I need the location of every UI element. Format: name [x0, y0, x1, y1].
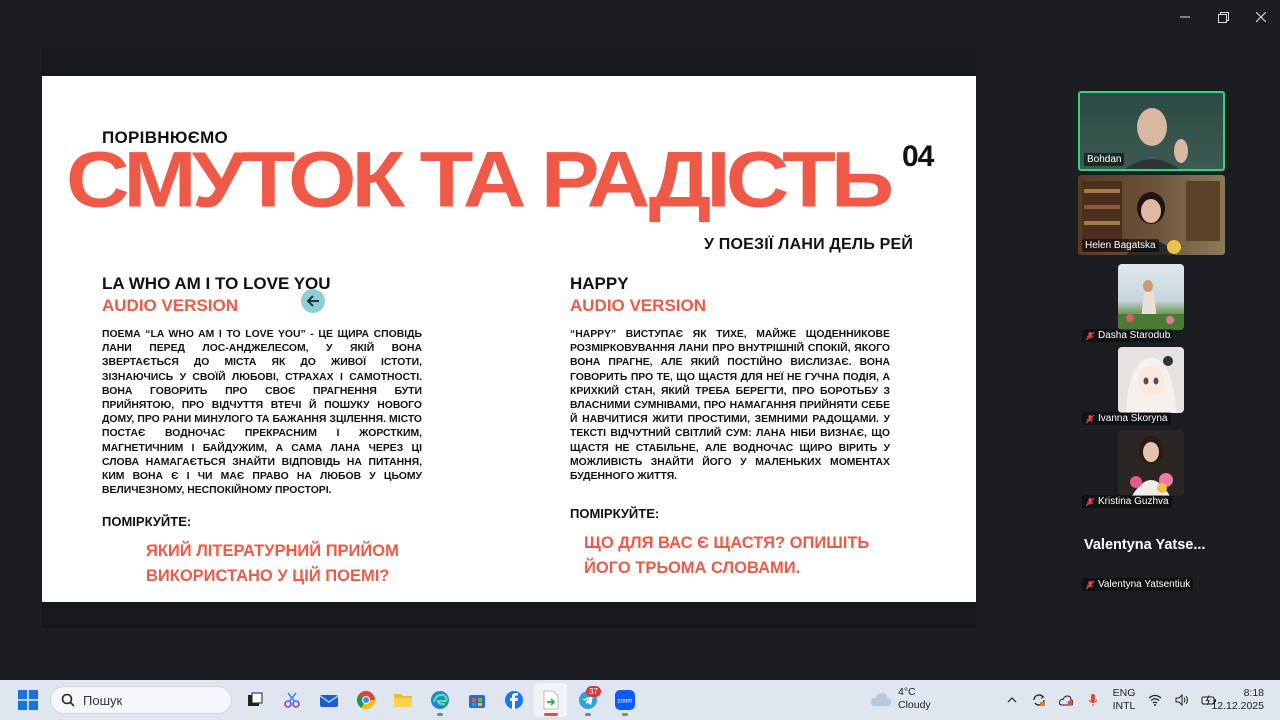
- telegram-badge: 37: [586, 686, 601, 697]
- slide-number: 04: [902, 140, 934, 173]
- close-icon: [1256, 12, 1266, 22]
- left-think-label: ПОМІРКУЙТЕ:: [102, 514, 192, 530]
- participant-label: Kristina Guzhva: [1082, 495, 1172, 508]
- muted-mic-icon: [1085, 497, 1095, 507]
- left-heading: LA WHO AM I TO LOVE YOU: [102, 274, 331, 293]
- participant-label: Ivanna Skoryna: [1082, 412, 1171, 425]
- slide-title: СМУТОК ТА РАДІСТЬ: [66, 134, 894, 224]
- participant-name: Dasha Starodub: [1098, 330, 1171, 341]
- participant-name: Valentyna Yatsentiuk: [1098, 579, 1191, 590]
- taskbar-task-view[interactable]: [238, 683, 271, 717]
- right-heading: HAPPY: [570, 274, 629, 293]
- taskbar-zoom[interactable]: zoom: [608, 683, 641, 717]
- tray-microphone[interactable]: [1084, 691, 1102, 709]
- participant-tile-valentyna[interactable]: Valentyna Yatsentiuk: [1078, 513, 1225, 593]
- sync-icon: [1033, 694, 1045, 706]
- store-icon: [468, 695, 485, 708]
- taskbar-apps: 37 zoom: [238, 683, 641, 717]
- right-think-label: ПОМІРКУЙТЕ:: [570, 506, 660, 522]
- clock[interactable]: 8:18 12.12.2025: [1211, 687, 1264, 713]
- search-placeholder: Пошук: [83, 692, 123, 708]
- arrow-left-icon: [306, 295, 319, 307]
- pointer-cursor: [301, 289, 325, 313]
- participant-name: Kristina Guzhva: [1098, 496, 1169, 507]
- start-button[interactable]: [12, 684, 44, 716]
- muted-mic-icon: [1085, 414, 1095, 424]
- document-icon: [543, 690, 558, 710]
- task-view-icon: [247, 692, 262, 706]
- avatar: [1118, 430, 1184, 496]
- minimize-icon: [1180, 16, 1190, 18]
- participant-tile-kristina[interactable]: Kristina Guzhva: [1078, 430, 1225, 510]
- restore-icon: [1217, 11, 1229, 23]
- close-button[interactable]: [1242, 0, 1280, 34]
- folder-icon: [393, 694, 412, 707]
- window-controls: [1166, 0, 1280, 34]
- muted-mic-icon: [1085, 331, 1095, 341]
- taskbar-chrome[interactable]: [349, 683, 382, 717]
- left-body: ПОЕМА “LA WHO AM I TO LOVE YOU” - ЦЕ ЩИР…: [102, 329, 422, 497]
- taskbar-snipping-tool[interactable]: [275, 683, 308, 717]
- chrome-icon: [356, 691, 375, 710]
- tray-app[interactable]: [1057, 691, 1075, 709]
- clock-time: 8:18: [1243, 687, 1264, 699]
- taskbar-file-explorer[interactable]: [386, 683, 419, 717]
- tray-volume[interactable]: [1173, 691, 1191, 709]
- tray-wifi[interactable]: [1146, 691, 1164, 709]
- weather-description: Cloudy: [898, 699, 931, 711]
- wifi-icon: [1148, 694, 1162, 706]
- avatar: [1118, 347, 1184, 413]
- clock-date: 12.12.2025: [1211, 700, 1264, 712]
- taskbar: Пошук 37 zoom 4°C Cloudy ENG INTL 8:18 1…: [0, 680, 1280, 720]
- taskbar-edge[interactable]: [423, 683, 456, 717]
- language-indicator[interactable]: ENG INTL: [1111, 687, 1137, 713]
- minimize-button[interactable]: [1166, 0, 1204, 34]
- windows-icon: [18, 690, 38, 710]
- participant-name: Helen Bagatska: [1082, 239, 1159, 252]
- edge-icon: [430, 691, 449, 709]
- left-column: LA WHO AM I TO LOVE YOU AUDIO VERSION ПО…: [102, 273, 422, 589]
- restore-button[interactable]: [1204, 0, 1242, 34]
- participant-label: Valentyna Yatsentiuk: [1082, 578, 1194, 591]
- svg-text:zoom: zoom: [617, 699, 632, 705]
- right-body: “HAPPY” ВИСТУПАЄ ЯК ТИХЕ, МАЙЖЕ ЩОДЕННИК…: [570, 329, 890, 483]
- taskbar-telegram[interactable]: 37: [571, 683, 604, 717]
- participant-name: Bohdan: [1084, 153, 1125, 166]
- show-hidden-icons[interactable]: [1003, 691, 1021, 709]
- system-tray: ENG INTL: [1003, 680, 1218, 720]
- zoom-icon: zoom: [614, 690, 635, 710]
- volume-icon: [1175, 694, 1188, 706]
- microphone-icon: [1088, 694, 1098, 706]
- weather-widget[interactable]: 4°C Cloudy: [870, 686, 931, 712]
- taskbar-store[interactable]: [460, 683, 493, 717]
- tray-sync[interactable]: [1030, 691, 1048, 709]
- participant-name: Ivanna Skoryna: [1098, 413, 1168, 424]
- snipping-tool-icon: [283, 692, 300, 708]
- chevron-up-icon: [1007, 697, 1017, 703]
- left-question: ЯКИЙ ЛІТЕРАТУРНИЙ ПРИЙОМ ВИКОРИСТАНО У Ц…: [146, 542, 399, 586]
- avatar: [1118, 264, 1184, 330]
- search-icon: [61, 693, 75, 707]
- slide-subtitle: У ПОЕЗІЇ ЛАНИ ДЕЛЬ РЕЙ: [704, 236, 914, 253]
- taskbar-facebook[interactable]: [497, 683, 530, 717]
- mail-icon: [319, 695, 338, 707]
- participant-tile-dasha[interactable]: Dasha Starodub: [1078, 264, 1225, 344]
- presentation-slide: ПОРІВНЮЄМО СМУТОК ТА РАДІСТЬ 04 У ПОЕЗІЇ…: [42, 76, 976, 602]
- right-subheading: AUDIO VERSION: [570, 296, 707, 315]
- muted-mic-icon: [1085, 580, 1095, 590]
- cloud-icon: [870, 693, 891, 706]
- right-column: HAPPY AUDIO VERSION “HAPPY” ВИСТУПАЄ ЯК …: [570, 273, 890, 581]
- taskbar-active-app[interactable]: [534, 683, 567, 717]
- participant-label: Dasha Starodub: [1082, 329, 1174, 342]
- participant-tile-bohdan[interactable]: Bohdan: [1078, 91, 1225, 171]
- left-subheading: AUDIO VERSION: [102, 296, 239, 315]
- participant-tile-ivanna[interactable]: Ivanna Skoryna: [1078, 347, 1225, 427]
- weather-temperature: 4°C: [898, 686, 916, 698]
- participant-tile-helen[interactable]: Helen Bagatska: [1078, 175, 1225, 255]
- facebook-icon: [504, 691, 523, 709]
- taskbar-search[interactable]: Пошук: [50, 686, 232, 714]
- taskbar-mail[interactable]: [312, 683, 345, 717]
- cloud-tray-icon: [1059, 695, 1073, 706]
- right-question: ЩО ДЛЯ ВАС Є ЩАСТЯ? ОПИШІТЬ ЙОГО ТРЬОМА …: [584, 534, 870, 578]
